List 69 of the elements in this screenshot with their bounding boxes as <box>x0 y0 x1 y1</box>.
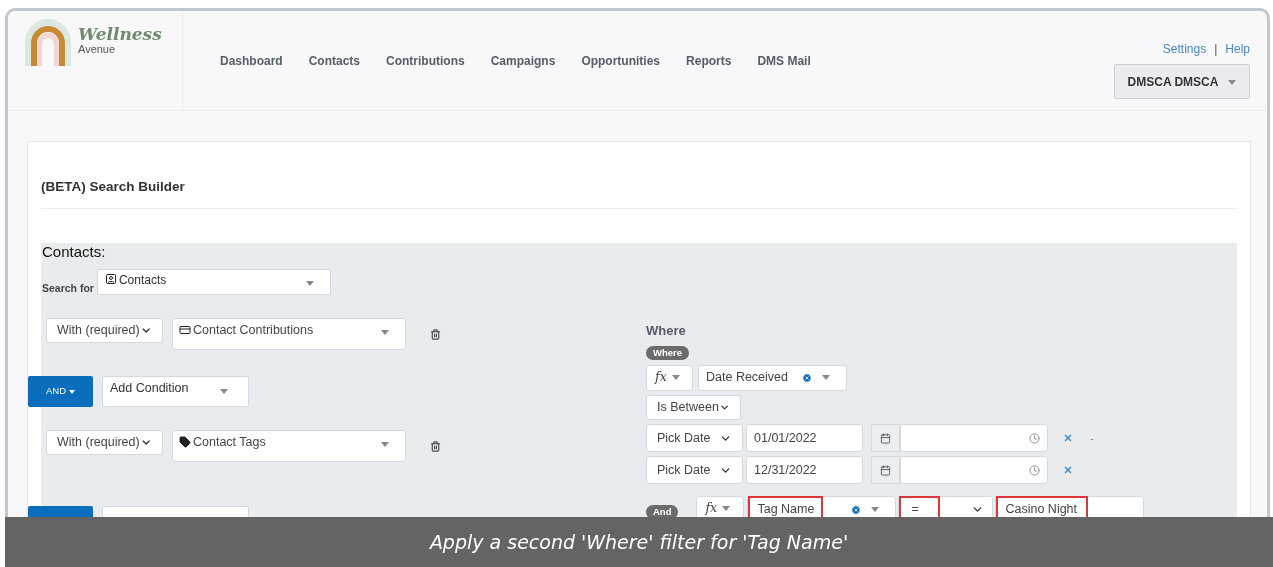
time-input[interactable] <box>900 424 1048 452</box>
function-dropdown[interactable]: fx <box>646 365 693 391</box>
date-input[interactable]: 01/01/2022 <box>746 424 863 452</box>
trash-icon[interactable] <box>430 441 441 452</box>
date-mode-select[interactable]: Pick Date <box>646 424 743 452</box>
trash-icon[interactable] <box>430 329 441 340</box>
caret-icon <box>305 281 314 286</box>
entity-value: Contact Tags <box>193 434 266 451</box>
entity-dropdown[interactable]: Contact Tags <box>172 430 406 462</box>
caret-icon <box>671 375 680 380</box>
logo-wordmark: Wellness <box>78 26 162 43</box>
user-menu-button[interactable]: DMSCA DMSCA <box>1114 64 1250 99</box>
calendar-icon <box>880 432 891 444</box>
clear-icon[interactable] <box>802 373 812 383</box>
join-mode-select[interactable]: With (required) <box>46 430 163 455</box>
nav-link[interactable]: Reports <box>686 52 732 68</box>
entity-value: Contact Contributions <box>193 322 314 339</box>
date-input[interactable]: 12/31/2022 <box>746 456 863 484</box>
remove-icon[interactable] <box>1063 465 1073 475</box>
and-button[interactable]: AND <box>28 376 93 407</box>
page-title: (BETA) Search Builder <box>41 179 186 195</box>
value-input[interactable]: Casino Night <box>995 496 1145 517</box>
logo-subtitle: Avenue <box>78 44 117 55</box>
nav-link[interactable]: Contacts <box>308 52 361 68</box>
add-condition-dropdown[interactable]: Add Condition <box>102 376 249 407</box>
contact-icon <box>104 273 117 285</box>
caret-icon <box>381 442 389 447</box>
field-dropdown[interactable]: Date Received <box>698 365 847 391</box>
comparison-select[interactable]: = <box>898 496 994 517</box>
caret-icon <box>69 389 76 394</box>
dash-text: - <box>1090 430 1094 446</box>
caret-icon <box>381 330 389 335</box>
clear-icon[interactable] <box>851 504 862 515</box>
search-for-label: Search for <box>42 281 94 297</box>
caret-icon <box>220 389 228 394</box>
time-input[interactable] <box>900 456 1048 484</box>
calendar-icon <box>880 464 891 476</box>
header-link[interactable]: Settings <box>1162 40 1207 58</box>
nav-link[interactable]: Campaigns <box>490 52 556 68</box>
entity-dropdown[interactable]: Contact Contributions <box>172 318 406 350</box>
function-dropdown[interactable]: fx <box>696 496 745 517</box>
credit-card-icon <box>179 324 191 336</box>
where-badge: Where <box>646 346 690 360</box>
caret-icon <box>722 506 731 511</box>
join-mode-select[interactable]: With (required) <box>46 318 163 343</box>
field-dropdown[interactable]: Tag Name <box>747 496 897 517</box>
clock-icon <box>1029 432 1040 444</box>
clock-icon <box>1029 464 1040 476</box>
date-mode-select[interactable]: Pick Date <box>646 456 743 484</box>
tag-icon <box>179 436 191 448</box>
nav-link[interactable]: Contributions <box>386 52 465 68</box>
rainbow-logo-icon <box>22 18 74 66</box>
section-heading: Contacts: <box>41 243 107 261</box>
caret-icon <box>822 375 830 380</box>
caption-text: Apply a second 'Where' filter for 'Tag Name' <box>429 529 849 555</box>
link-separator: | <box>1214 41 1218 58</box>
search-for-dropdown[interactable]: Contacts <box>96 269 331 295</box>
caret-icon <box>1228 80 1237 85</box>
nav-link[interactable]: Dashboard <box>220 52 283 68</box>
calendar-button[interactable] <box>871 424 900 452</box>
where-heading: Where <box>646 323 687 339</box>
nav-link[interactable]: DMS Mail <box>757 52 811 68</box>
nav-link[interactable]: Opportunities <box>581 52 661 68</box>
header-link[interactable]: Help <box>1225 40 1250 58</box>
operator-select[interactable]: Is Between <box>646 395 741 420</box>
calendar-button[interactable] <box>871 456 900 484</box>
and-badge: And <box>646 505 679 517</box>
remove-icon[interactable] <box>1063 433 1073 443</box>
caret-icon <box>871 507 880 512</box>
